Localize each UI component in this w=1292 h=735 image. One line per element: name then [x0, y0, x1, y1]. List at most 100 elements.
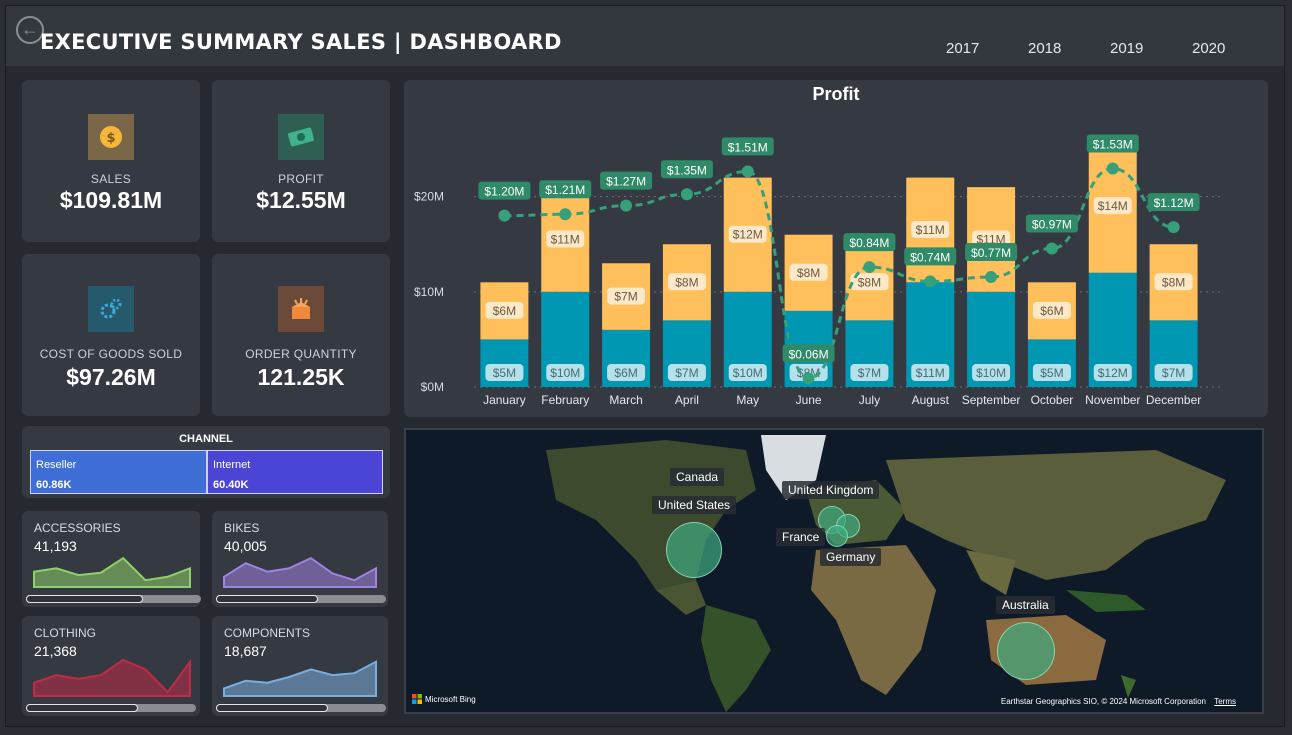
- profit-label: PROFIT: [278, 172, 324, 186]
- line-point: [1167, 221, 1180, 234]
- map-label-united-states: United States: [652, 496, 737, 514]
- data-label: $7M: [1162, 366, 1185, 380]
- x-tick-label: February: [541, 393, 589, 407]
- map-bubble-france[interactable]: [826, 525, 848, 547]
- category-progress-bar: [26, 704, 196, 712]
- channel-name: Internet: [213, 459, 251, 471]
- line-label: $1.53M: [1093, 138, 1133, 152]
- channel-card: CHANNEL Reseller 60.86K Internet 60.40K: [22, 426, 390, 498]
- profit-chart-card: Profit $0M $10M $20M $5M $6M January $10M $11M F…: [404, 80, 1268, 417]
- category-progress-bar: [216, 704, 386, 712]
- line-point: [863, 261, 876, 274]
- channel-reseller-tile[interactable]: Reseller 60.86K: [30, 450, 207, 494]
- line-point: [1106, 162, 1119, 175]
- order-quantity-label: ORDER QUANTITY: [245, 347, 357, 361]
- line-point: [680, 188, 693, 201]
- category-progress-bar: [26, 595, 201, 603]
- data-label: $5M: [1040, 366, 1063, 380]
- data-label: $10M: [976, 366, 1006, 380]
- map-bubble-united-states[interactable]: [666, 522, 722, 578]
- category-sparkline: [223, 660, 377, 697]
- data-label: $11M: [551, 232, 580, 246]
- year-2019-button[interactable]: 2019: [1110, 40, 1192, 57]
- map-label-france: France: [776, 528, 826, 546]
- box-icon: [278, 286, 324, 332]
- channel-name: Reseller: [36, 459, 77, 471]
- data-label: $12M: [1098, 366, 1128, 380]
- order-quantity-kpi-card: ORDER QUANTITY 121.25K: [212, 254, 390, 416]
- y-tick-label: $0M: [421, 380, 444, 394]
- category-progress-fill: [216, 595, 318, 603]
- category-card-clothing: CLOTHING 21,368: [22, 616, 200, 716]
- category-sparkline: [223, 556, 377, 588]
- order-quantity-value: 121.25K: [257, 364, 345, 390]
- data-label: $8M: [797, 266, 820, 280]
- line-point: [924, 275, 937, 288]
- line-point: [498, 209, 511, 222]
- line-label: $1.27M: [606, 175, 646, 189]
- money-icon: [278, 114, 324, 160]
- data-label: $11M: [916, 223, 945, 237]
- cogs-value: $97.26M: [66, 364, 156, 390]
- map-terms-link[interactable]: Terms: [1214, 697, 1236, 706]
- data-label: $5M: [493, 366, 516, 380]
- sparkline-area: [33, 658, 191, 697]
- page-title: EXECUTIVE SUMMARY SALES | DASHBOARD: [40, 30, 562, 54]
- data-label: $7M: [614, 290, 637, 304]
- channel-internet-tile[interactable]: Internet 60.40K: [207, 450, 383, 494]
- channel-value: 60.86K: [36, 479, 72, 491]
- category-card-accessories: ACCESSORIES 41,193: [22, 511, 201, 607]
- line-label: $0.06M: [789, 347, 829, 361]
- map-credits: Earthstar Geographics SIO, © 2024 Micros…: [1001, 697, 1236, 706]
- category-label: CLOTHING: [34, 626, 97, 640]
- x-tick-label: September: [962, 393, 1021, 407]
- category-sparkline: [33, 556, 191, 588]
- line-label: $1.12M: [1154, 196, 1194, 210]
- cogs-kpi-card: COST OF GOODS SOLD $97.26M: [22, 254, 200, 416]
- category-progress-fill: [216, 704, 329, 712]
- year-2020-button[interactable]: 2020: [1192, 40, 1274, 57]
- data-label: $10M: [733, 366, 763, 380]
- line-point: [741, 165, 754, 178]
- x-tick-label: January: [483, 393, 526, 407]
- map-attribution: Earthstar Geographics SIO, © 2024 Micros…: [1000, 697, 1206, 706]
- bing-logo: Microsoft Bing: [412, 694, 476, 704]
- y-tick-label: $10M: [414, 285, 444, 299]
- line-point: [985, 271, 998, 284]
- dollar-coin-icon: $: [88, 114, 134, 160]
- category-progress-bar: [216, 595, 386, 603]
- data-label: $8M: [858, 275, 881, 289]
- year-2018-button[interactable]: 2018: [1028, 40, 1110, 57]
- x-tick-label: May: [736, 393, 759, 407]
- x-tick-label: July: [859, 393, 880, 407]
- svg-text:$: $: [106, 131, 115, 146]
- gears-icon: [88, 286, 134, 332]
- sales-value: $109.81M: [59, 187, 163, 213]
- category-label: COMPONENTS: [224, 626, 311, 640]
- year-2017-button[interactable]: 2017: [946, 40, 1028, 57]
- sales-map[interactable]: Canada United States United Kingdom Fran…: [404, 428, 1264, 714]
- category-label: ACCESSORIES: [34, 521, 121, 535]
- category-card-components: COMPONENTS 18,687: [212, 616, 388, 716]
- line-point: [802, 372, 815, 385]
- y-tick-label: $20M: [414, 190, 444, 204]
- data-label: $7M: [675, 366, 698, 380]
- data-label: $8M: [675, 275, 698, 289]
- x-tick-label: August: [912, 393, 950, 407]
- data-label: $12M: [733, 228, 763, 242]
- sparkline-area: [223, 556, 377, 588]
- sales-label: SALES: [90, 172, 132, 186]
- category-label: BIKES: [224, 521, 260, 535]
- map-label-germany: Germany: [820, 548, 882, 566]
- x-tick-label: November: [1085, 393, 1140, 407]
- x-tick-label: April: [675, 393, 699, 407]
- line-point: [559, 208, 572, 221]
- profit-value: $12.55M: [256, 187, 346, 213]
- sparkline-area: [223, 660, 377, 697]
- header-bar: ← EXECUTIVE SUMMARY SALES | DASHBOARD 20…: [6, 6, 1284, 66]
- data-label: $7M: [858, 366, 881, 380]
- cogs-label: COST OF GOODS SOLD: [39, 347, 183, 361]
- data-label: $6M: [1040, 304, 1063, 318]
- line-label: $0.74M: [910, 250, 950, 264]
- map-bubble-australia[interactable]: [997, 622, 1055, 680]
